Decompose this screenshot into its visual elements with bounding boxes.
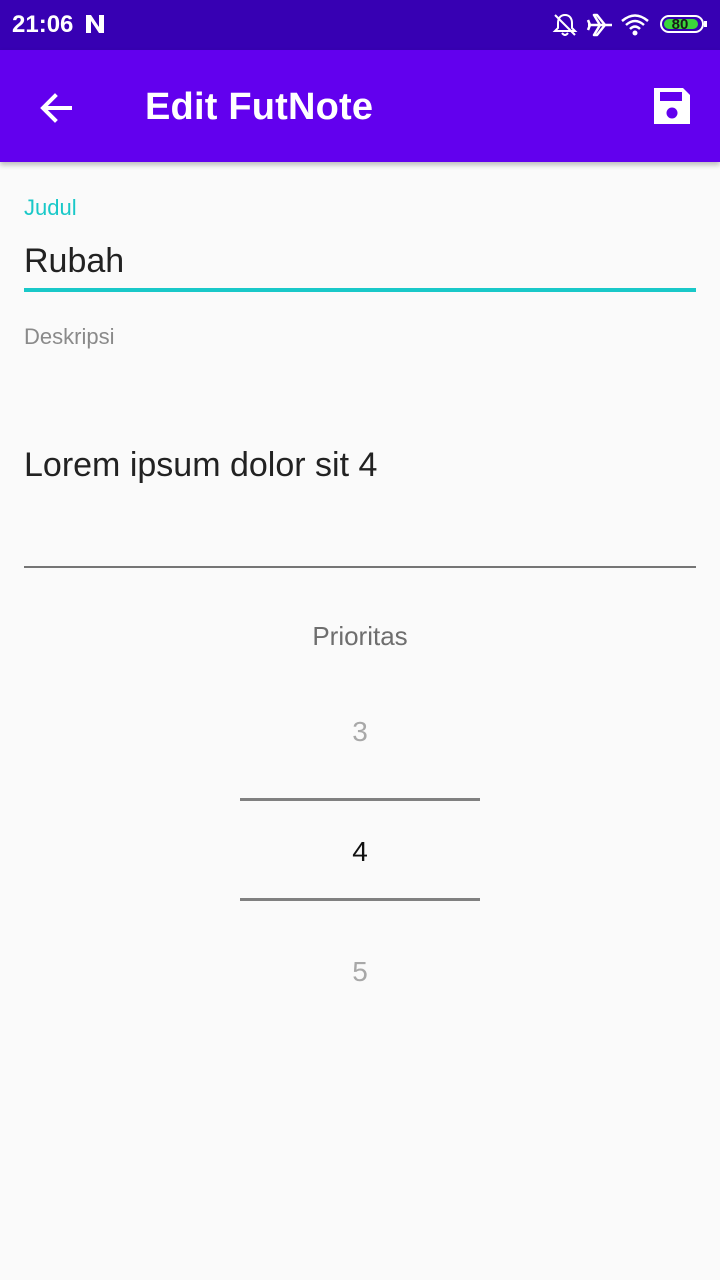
app-bar: Edit FutNote [0, 50, 720, 162]
save-icon[interactable] [650, 84, 694, 128]
priority-label: Prioritas [312, 621, 408, 651]
wifi-icon [621, 14, 649, 36]
battery-icon: 80 [660, 15, 707, 33]
page-title: Edit FutNote [145, 86, 374, 128]
picker-divider-bottom [240, 898, 480, 901]
deskripsi-underline [24, 566, 696, 568]
picker-option-prev[interactable]: 3 [240, 716, 480, 748]
deskripsi-input[interactable]: Lorem ipsum dolor sit 4 [24, 446, 377, 485]
judul-input[interactable]: Rubah [24, 242, 124, 281]
status-time: 21:06 [12, 11, 74, 38]
bell-off-icon [552, 13, 578, 36]
status-bar: 21:06 80 [0, 0, 720, 50]
judul-underline [24, 288, 696, 292]
picker-option-next[interactable]: 5 [240, 956, 480, 988]
n-icon [86, 15, 104, 33]
picker-divider-top [240, 798, 480, 801]
picker-option-selected[interactable]: 4 [240, 836, 480, 868]
deskripsi-label: Deskripsi [24, 324, 115, 349]
airplane-icon [586, 13, 612, 37]
judul-label: Judul [24, 195, 77, 220]
status-icons: 80 [552, 10, 708, 40]
battery-level: 80 [671, 16, 689, 33]
arrow-back-icon[interactable] [36, 88, 76, 128]
